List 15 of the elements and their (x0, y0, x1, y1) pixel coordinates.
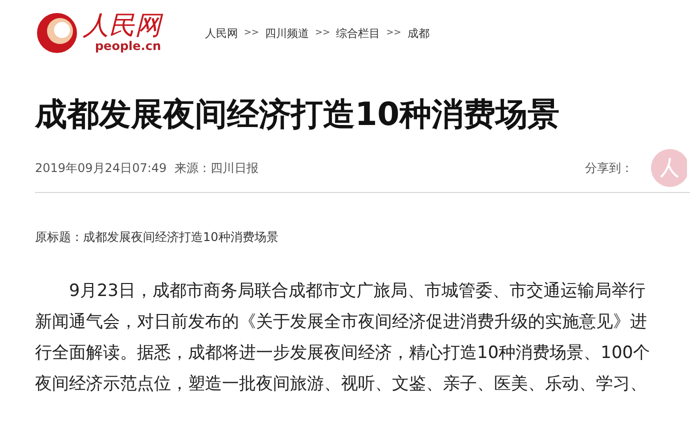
logo-name: 人民网 (83, 12, 161, 39)
original-title: 原标题：成都发展夜间经济打造10种消费场景 (35, 229, 280, 246)
article-source: 来源：四川日报 (174, 160, 259, 176)
share-label: 分享到： (585, 160, 633, 176)
breadcrumb-separator: >> (386, 28, 402, 38)
breadcrumb-separator: >> (315, 28, 330, 38)
logo-domain: people.cn (94, 38, 161, 54)
article-title: 成都发展夜间经济打造10种消费场景 (35, 94, 561, 135)
publish-date: 2019年09月24日07:49 (35, 160, 167, 176)
breadcrumb-link[interactable]: 人民网 (205, 26, 238, 40)
breadcrumb-link[interactable]: 成都 (407, 26, 430, 40)
breadcrumb-link[interactable]: 四川频道 (265, 26, 310, 40)
breadcrumb-separator: >> (244, 28, 260, 38)
article-paragraph: 9月23日，成都市商务局联合成都市文广旅局、市城管委、市交通运输局举行新闻通气会，对日前发布的《关于发展全市夜间经济促进消费升级的实施意见》进行全面解读。据悉，成都将进一步发展夜间经济，精心打造10种消费场景、100个夜间经济示范点位，塑造一批夜间旅游、视听、文鉴、亲子、医美、乐动、学习、 (35, 280, 652, 396)
breadcrumb-link[interactable]: 综合栏目 (336, 26, 380, 40)
